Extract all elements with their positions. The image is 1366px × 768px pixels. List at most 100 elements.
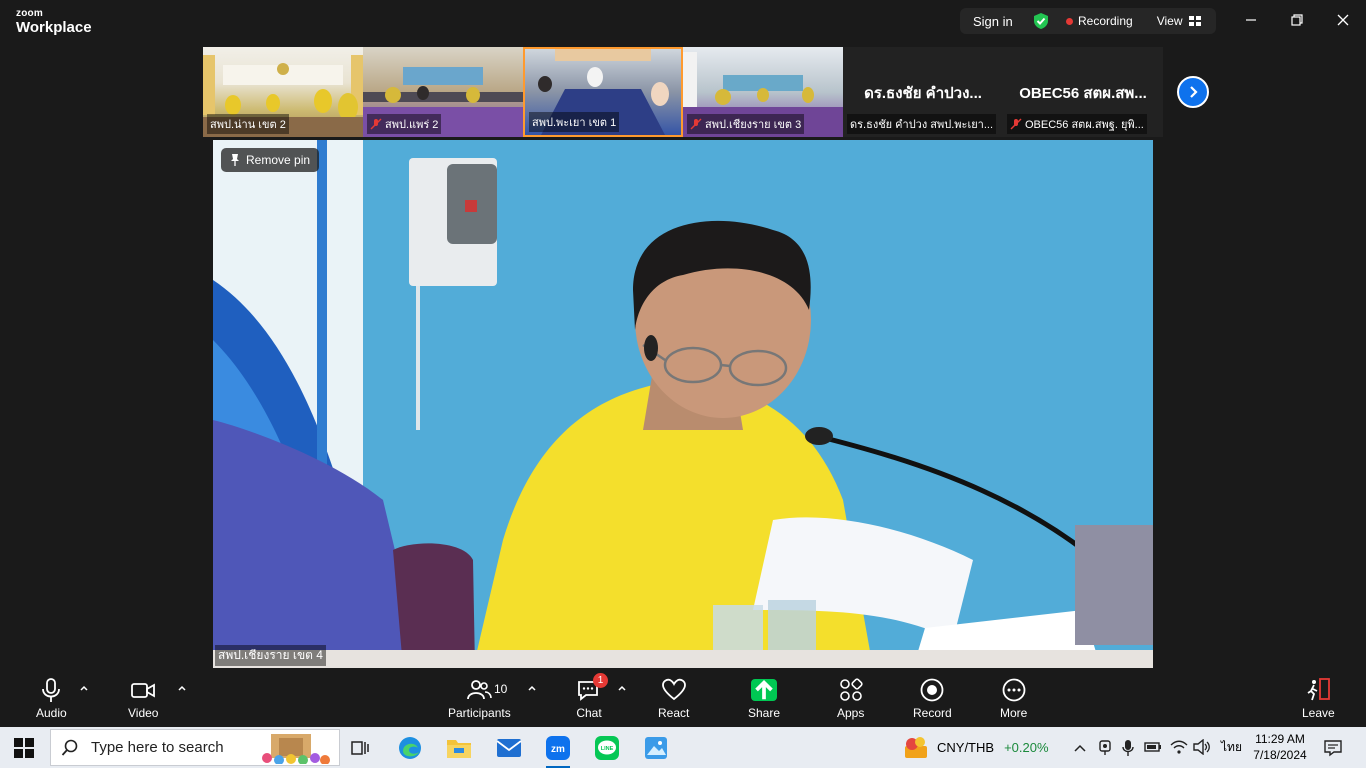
participant-tile[interactable]: สพป.แพร่ 2 <box>363 47 523 137</box>
line-app[interactable]: LINE <box>591 732 623 764</box>
participant-name: OBEC56 สตผ.สพฐ. ยุพิ... <box>1007 114 1147 134</box>
more-label: More <box>1000 706 1028 720</box>
encryption-shield-icon[interactable] <box>1032 12 1050 30</box>
chat-label: Chat <box>576 706 602 720</box>
edge-browser-icon <box>399 737 421 759</box>
apps-label: Apps <box>837 706 865 720</box>
participant-display-name: OBEC56 สตผ.สพ... <box>1019 85 1147 102</box>
leave-door-icon <box>1307 678 1331 701</box>
zoom-app-icon: zm <box>546 736 570 760</box>
currency-pair: CNY/THB <box>937 740 995 755</box>
photos-app[interactable] <box>640 732 672 764</box>
currency-change: +0.20% <box>1004 740 1049 755</box>
taskbar-search-box[interactable]: Type here to search <box>50 729 340 766</box>
share-label: Share <box>748 706 781 720</box>
more-icon <box>1002 678 1026 702</box>
chevron-up-icon[interactable] <box>79 683 89 693</box>
audio-label: Audio <box>36 706 67 720</box>
svg-text:zm: zm <box>551 744 565 755</box>
view-label: View <box>1156 14 1183 28</box>
gallery-strip: สพป.น่าน เขต 2 สพป.แพร่ 2 สพป.พะเยา เขต … <box>203 47 1163 137</box>
task-view-button[interactable] <box>344 732 376 764</box>
speaker-name: สพป.เชียงราย เขต 4 <box>215 645 326 666</box>
mic-muted-icon <box>690 118 702 130</box>
currency-widget[interactable]: CNY/THB +0.20% <box>937 727 1049 768</box>
battery-icon[interactable] <box>1144 740 1162 754</box>
participant-name: สพป.เชียงราย เขต 3 <box>687 114 805 134</box>
participant-name-text: ดร.ธงชัย คำปวง สพป.พะเยา... <box>850 119 993 131</box>
mail-app[interactable] <box>493 732 525 764</box>
view-button[interactable]: View <box>1157 14 1201 28</box>
restore-button[interactable] <box>1285 10 1309 30</box>
share-button[interactable]: Share <box>748 677 780 720</box>
participant-display-name: ดร.ธงชัย คำปวง... <box>864 85 982 102</box>
sign-in-button[interactable]: Sign in <box>960 14 1028 29</box>
task-view-icon <box>351 741 369 755</box>
system-clock[interactable]: 11:29 AM 7/18/2024 <box>1250 731 1310 763</box>
audio-button[interactable]: Audio <box>36 677 67 720</box>
currency-widget-icon[interactable] <box>904 736 928 760</box>
mail-icon <box>496 739 522 757</box>
record-label: Record <box>913 706 952 720</box>
volume-icon[interactable] <box>1193 739 1211 755</box>
participant-name: สพป.น่าน เขต 2 <box>207 114 289 134</box>
recording-label[interactable]: Recording <box>1078 14 1133 28</box>
video-button[interactable]: Video <box>128 677 158 720</box>
microphone-tray-icon[interactable] <box>1121 739 1135 757</box>
share-screen-icon <box>751 679 778 701</box>
record-button[interactable]: Record <box>913 677 952 720</box>
heart-icon <box>661 678 686 701</box>
logo-large-text: Workplace <box>16 19 92 36</box>
notifications-icon[interactable] <box>1324 739 1342 757</box>
participant-name-text: สพป.แพร่ 2 <box>385 119 439 131</box>
apps-icon <box>839 678 863 701</box>
chevron-up-icon[interactable] <box>177 683 187 693</box>
webcam-icon[interactable] <box>1098 740 1112 756</box>
more-button[interactable]: More <box>1000 677 1027 720</box>
language-indicator[interactable]: ไทย <box>1221 727 1242 768</box>
clock-time: 11:29 AM <box>1255 732 1305 746</box>
close-button[interactable] <box>1331 10 1355 30</box>
participant-tile[interactable]: สพป.พะเยา เขต 1 <box>523 47 683 137</box>
react-button[interactable]: React <box>658 677 689 720</box>
windows-taskbar: Type here to search zm LINE CNY/THB +0.2… <box>0 727 1366 768</box>
participant-name-text: OBEC56 สตผ.สพฐ. ยุพิ... <box>1025 119 1144 131</box>
next-page-button[interactable] <box>1177 76 1209 108</box>
restore-icon <box>1291 14 1303 26</box>
chat-button[interactable]: 1 Chat <box>576 673 608 720</box>
participant-name-text: สพป.น่าน เขต 2 <box>210 119 286 131</box>
participant-name-text: สพป.พะเยา เขต 1 <box>532 117 617 129</box>
participants-icon <box>467 680 493 700</box>
participant-tile[interactable]: สพป.เชียงราย เขต 3 <box>683 47 843 137</box>
app-logo: zoom Workplace <box>16 9 92 36</box>
grid-view-icon <box>1188 15 1201 26</box>
participant-name: ดร.ธงชัย คำปวง สพป.พะเยา... <box>847 114 996 134</box>
wifi-icon[interactable] <box>1170 739 1188 755</box>
leave-label: Leave <box>1302 706 1335 720</box>
participant-tile[interactable]: OBEC56 สตผ.สพ... OBEC56 สตผ.สพฐ. ยุพิ... <box>1003 47 1163 137</box>
folder-icon <box>447 740 471 758</box>
edge-app[interactable] <box>394 732 426 764</box>
zoom-window: zoom Workplace Sign in Recording View สพ… <box>0 0 1366 768</box>
zoom-app[interactable]: zm <box>542 732 574 768</box>
chevron-up-icon[interactable] <box>1073 741 1087 755</box>
microphone-icon <box>42 678 61 702</box>
file-explorer-app[interactable] <box>443 732 475 764</box>
participant-tile[interactable]: สพป.น่าน เขต 2 <box>203 47 363 137</box>
participant-name: สพป.แพร่ 2 <box>367 114 442 134</box>
minimize-button[interactable] <box>1239 10 1263 30</box>
remove-pin-button[interactable]: Remove pin <box>221 148 320 172</box>
svg-text:LINE: LINE <box>601 746 614 752</box>
chat-icon-wrap: 1 <box>576 673 608 703</box>
chevron-up-icon[interactable] <box>527 683 537 693</box>
line-app-icon: LINE <box>595 736 619 760</box>
search-highlight-icon <box>262 734 330 764</box>
record-icon <box>920 678 944 702</box>
video-camera-icon <box>131 683 156 698</box>
participant-tile[interactable]: ดร.ธงชัย คำปวง... ดร.ธงชัย คำปวง สพป.พะเ… <box>843 47 1003 137</box>
windows-start-icon[interactable] <box>14 738 34 758</box>
leave-button[interactable]: Leave <box>1302 677 1335 720</box>
language-label: ไทย <box>1221 740 1242 754</box>
apps-button[interactable]: Apps <box>837 677 864 720</box>
chevron-up-icon[interactable] <box>617 683 627 693</box>
